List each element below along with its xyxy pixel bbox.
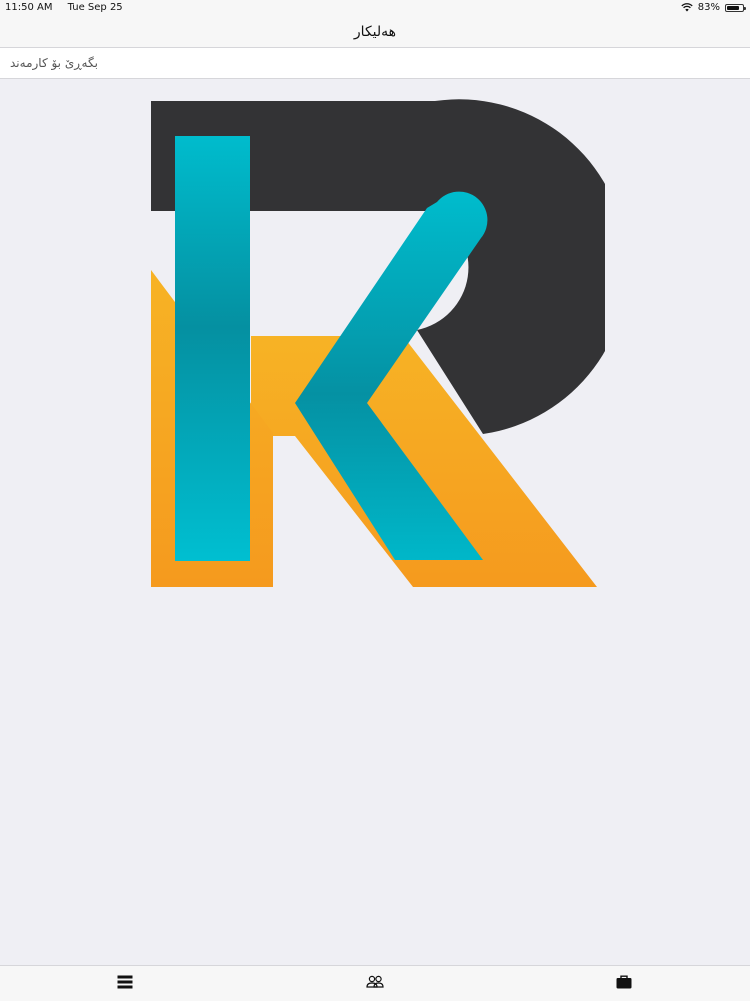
tab-list[interactable] [117,975,135,991]
logo-teal-stem [175,136,250,561]
tab-briefcase[interactable] [616,975,634,991]
status-right: 83% [681,2,746,13]
navigation-bar: هەلیکار [0,16,750,48]
briefcase-icon [616,975,632,989]
list-icon [117,975,133,989]
status-date: Tue Sep 25 [67,2,123,13]
status-left: 11:50 AM Tue Sep 25 [5,2,135,13]
people-icon [366,975,384,988]
battery-percent: 83% [697,2,720,13]
search-input[interactable] [0,48,750,78]
status-bar: 11:50 AM Tue Sep 25 83% [0,0,750,16]
logo-rk [151,99,605,587]
page-title: هەلیکار [353,23,397,40]
tab-people[interactable] [366,975,384,991]
battery-level [727,5,739,10]
search-bar [0,48,750,79]
tab-bar [0,965,750,1001]
battery-icon [725,3,746,12]
wifi-icon [681,3,693,12]
status-time: 11:50 AM [5,2,53,13]
